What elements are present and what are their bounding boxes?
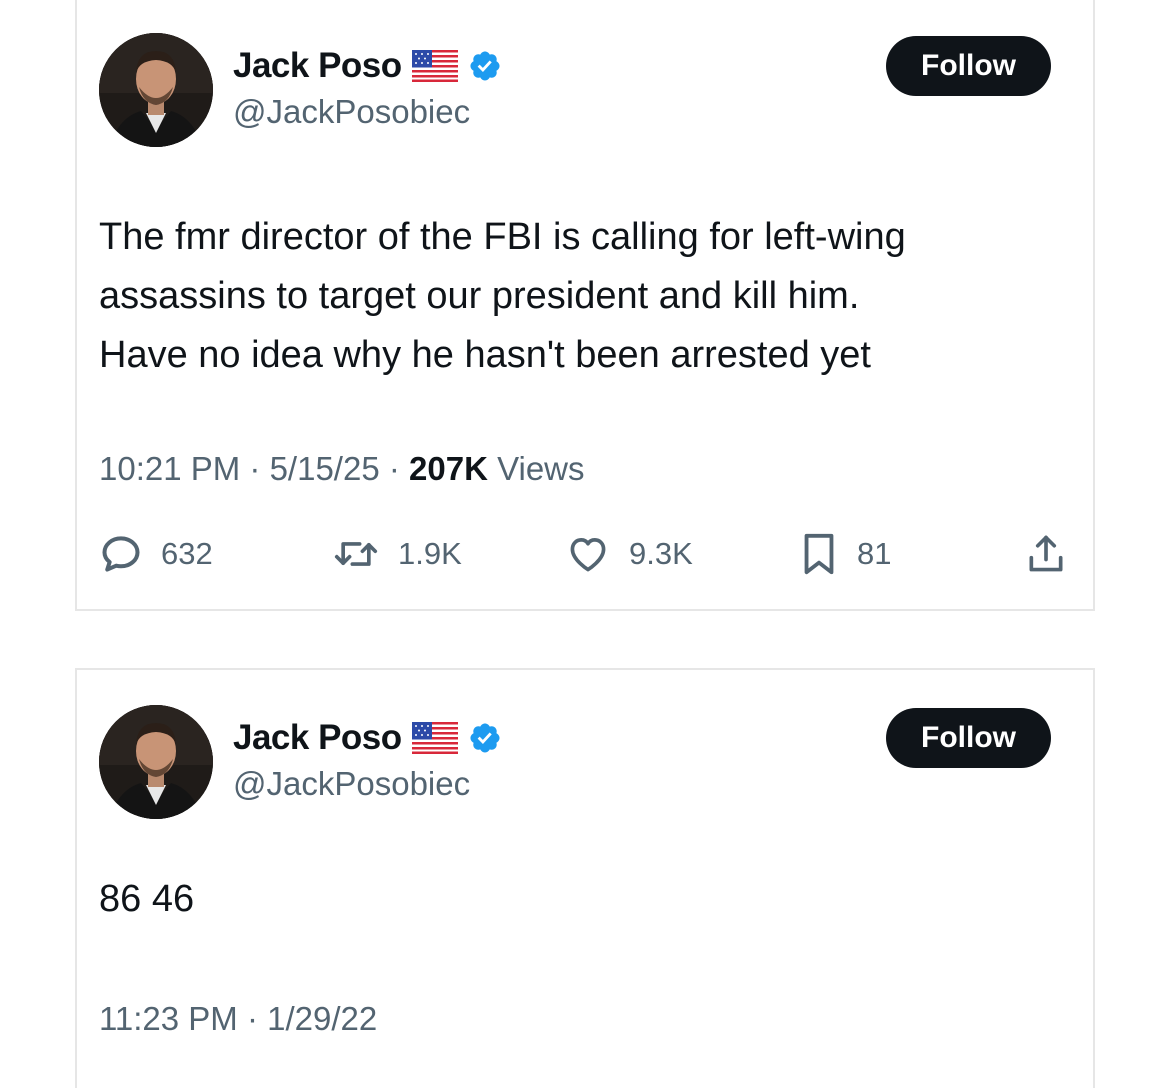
tweet-date[interactable]: 1/29/22 — [267, 1000, 377, 1038]
views-label: Views — [487, 450, 585, 487]
follow-button[interactable]: Follow — [886, 708, 1051, 768]
tweet-card[interactable]: Jack Poso @JackPosobiec Follow 86 46 11:… — [75, 668, 1095, 1088]
like-count: 9.3K — [629, 536, 693, 571]
bookmark-icon — [804, 533, 834, 575]
share-button[interactable] — [1024, 529, 1068, 579]
avatar-image — [99, 705, 213, 819]
avatar[interactable] — [99, 705, 213, 819]
tweet-text: 86 46 — [99, 878, 195, 920]
author-name-row: Jack Poso — [233, 46, 502, 86]
avatar-image — [99, 33, 213, 147]
meta-separator: · — [379, 450, 410, 487]
us-flag-icon — [411, 50, 458, 82]
tweet-meta: 10:21 PM · 5/15/25 · 207K Views — [99, 450, 585, 488]
tweet-card[interactable]: Jack Poso @JackPosobiec Follow The fmr d… — [75, 0, 1095, 611]
meta-separator: · — [240, 450, 270, 487]
verified-badge-icon — [470, 51, 500, 81]
share-icon — [1029, 535, 1063, 572]
us-flag-icon — [411, 722, 458, 754]
author-display-name[interactable]: Jack Poso — [233, 46, 402, 86]
reply-count: 632 — [161, 536, 213, 571]
bookmark-count: 81 — [857, 536, 892, 571]
retweet-count: 1.9K — [398, 536, 462, 571]
author-name-row: Jack Poso — [233, 718, 502, 758]
author-handle[interactable]: @JackPosobiec — [233, 93, 470, 131]
follow-button[interactable]: Follow — [886, 36, 1051, 96]
reply-icon — [102, 536, 140, 572]
tweet-time[interactable]: 11:23 PM — [99, 1000, 238, 1038]
verified-badge-icon — [470, 723, 500, 753]
author-display-name[interactable]: Jack Poso — [233, 718, 402, 758]
tweet-meta: 11:23 PM · 1/29/22 — [99, 1000, 377, 1038]
author-handle[interactable]: @JackPosobiec — [233, 765, 470, 803]
like-button[interactable]: 9.3K — [565, 529, 693, 579]
tweet-date[interactable]: 5/15/25 — [270, 450, 380, 488]
heart-icon — [570, 538, 606, 572]
bookmark-button[interactable]: 81 — [799, 529, 891, 579]
reply-button[interactable]: 632 — [99, 529, 213, 579]
tweet-text: The fmr director of the FBI is calling f… — [99, 216, 906, 376]
meta-separator: · — [237, 1000, 268, 1037]
retweet-button[interactable]: 1.9K — [332, 529, 462, 579]
retweet-icon — [334, 542, 378, 566]
views-count: 207K — [409, 450, 488, 487]
avatar[interactable] — [99, 33, 213, 147]
tweet-actions: 632 1.9K 9.3K 81 — [99, 529, 1074, 579]
tweet-time[interactable]: 10:21 PM — [99, 450, 240, 488]
